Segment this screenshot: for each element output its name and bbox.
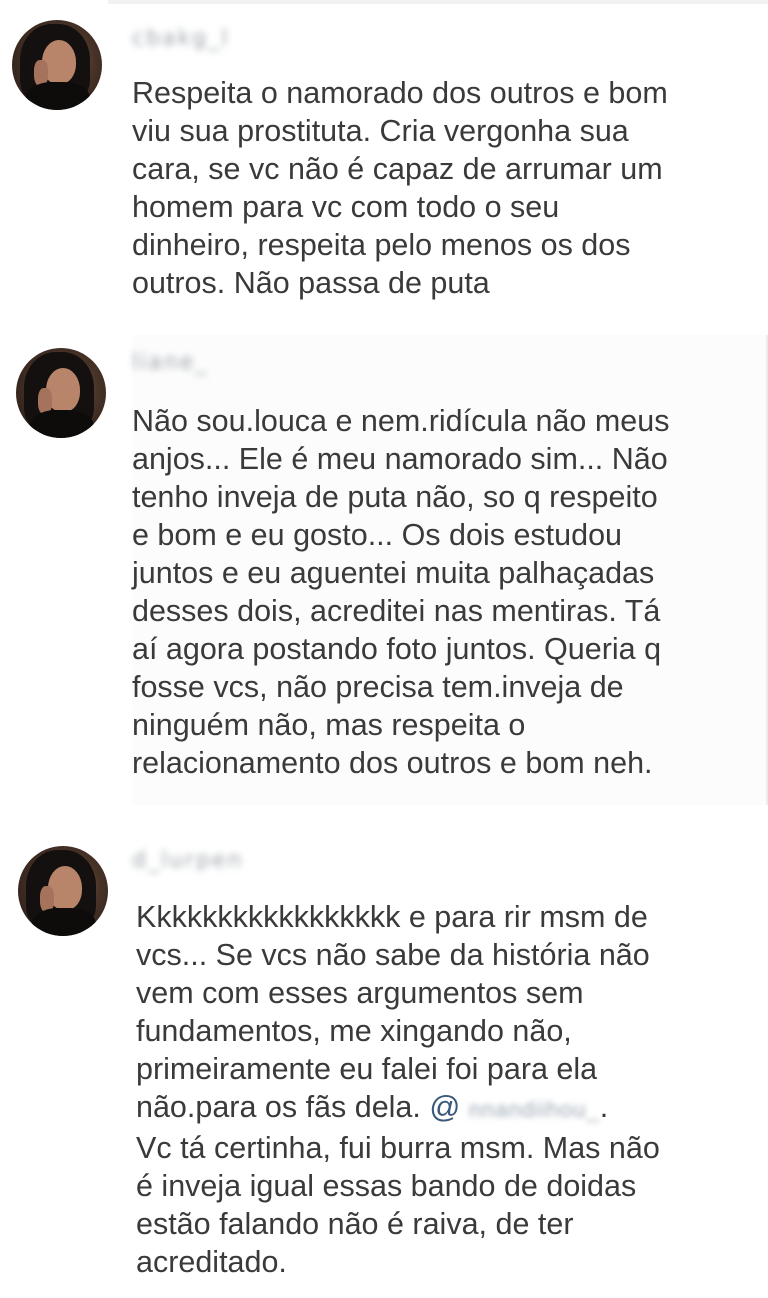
top-divider: [108, 0, 768, 4]
username[interactable]: d_lurpen: [132, 848, 244, 876]
comment-text: Respeita o namorado dos outros e bom viu…: [132, 76, 668, 300]
username[interactable]: liane_: [132, 350, 208, 378]
avatar[interactable]: [12, 20, 102, 110]
comment-text-part: Kkkkkkkkkkkkkkkkk e para rir msm de vcs.…: [136, 900, 650, 1124]
avatar[interactable]: [16, 348, 106, 438]
username[interactable]: cbakg_l: [132, 26, 229, 54]
mention-username[interactable]: nnandiihou_: [469, 1097, 600, 1122]
mention-at[interactable]: @: [429, 1090, 460, 1124]
comment-text: Kkkkkkkkkkkkkkkkk e para rir msm de vcs.…: [136, 898, 660, 1281]
avatar[interactable]: [18, 846, 108, 936]
comment-text: Não sou.louca e nem.ridícula não meus an…: [132, 404, 670, 780]
